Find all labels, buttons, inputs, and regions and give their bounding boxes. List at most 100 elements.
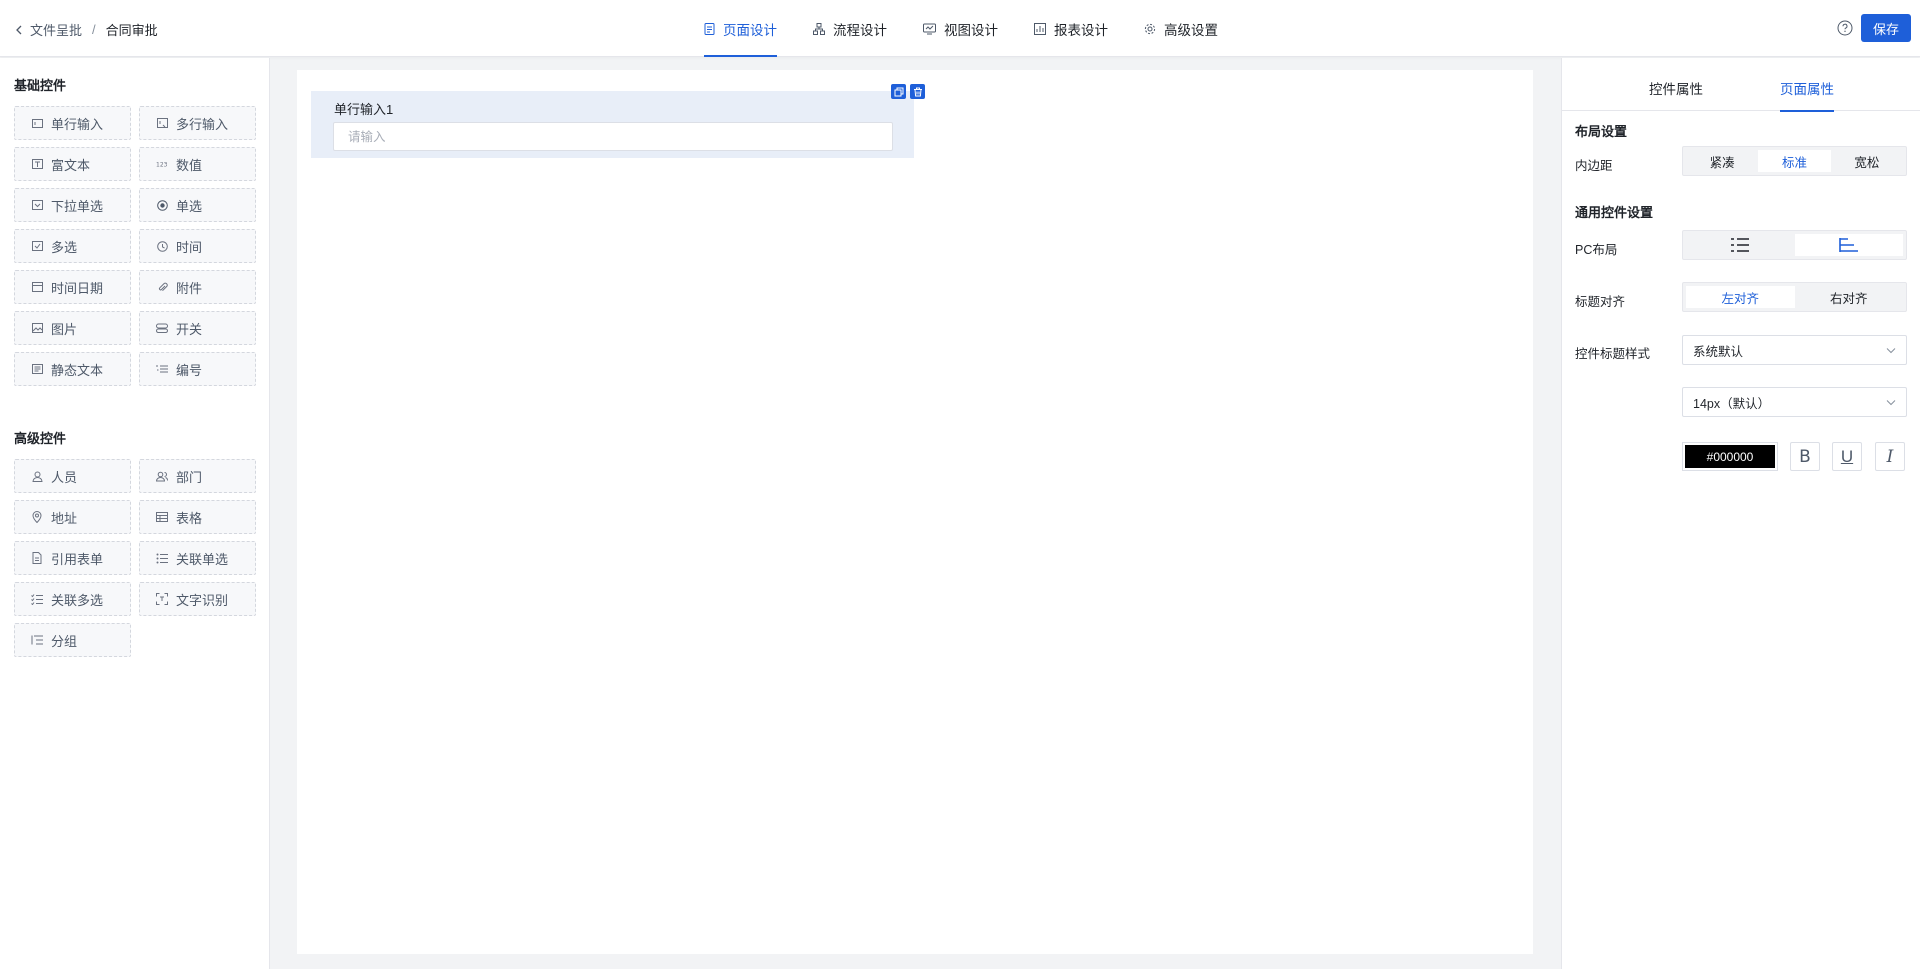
pc-layout-segmented [1682,230,1907,260]
control-item[interactable]: 多行输入 [139,106,256,140]
chevron-down-icon [1886,400,1896,406]
control-item[interactable]: 开关 [139,311,256,345]
delete-icon[interactable] [910,84,925,99]
underline-button[interactable]: U [1832,442,1862,471]
numbered-list-icon [156,363,168,375]
tab-view-design[interactable]: 视图设计 [923,0,998,57]
image-icon [31,322,43,334]
control-item[interactable]: 人员 [14,459,131,493]
pc-layout-label: PC布局 [1575,243,1618,257]
static-text-icon [31,363,43,375]
control-item[interactable]: 引用表单 [14,541,131,575]
chevron-left-icon[interactable] [12,23,26,37]
ocr-scan-icon [156,593,168,605]
form-canvas[interactable]: 单行输入1 [297,70,1533,954]
control-item[interactable]: 下拉单选 [14,188,131,222]
control-item[interactable]: 关联单选 [139,541,256,575]
selected-form-field[interactable]: 单行输入1 [311,84,925,158]
tab-advanced-settings[interactable]: 高级设置 [1144,0,1218,57]
list-horizontal-option[interactable] [1794,234,1903,256]
tab-page-design[interactable]: 页面设计 [704,0,777,57]
control-label: 引用表单 [51,551,104,567]
control-item[interactable]: 时间日期 [14,270,131,304]
control-item[interactable]: 单行输入 [14,106,131,140]
person-icon [31,470,43,482]
rich-text-icon [31,158,43,170]
bold-button[interactable]: B [1790,442,1820,471]
breadcrumb-current: 合同审批 [105,23,158,38]
dropdown-icon [31,199,43,211]
control-label: 时间日期 [51,280,104,296]
chevron-down-icon [1886,348,1896,354]
padding-standard-option[interactable]: 标准 [1758,150,1831,172]
table-icon [156,511,168,523]
report-icon [1034,22,1046,35]
main-tabs: 页面设计 流程设计 视图设计 报表设计 高级设置 [704,0,1254,57]
tab-flow-design[interactable]: 流程设计 [813,0,887,57]
advanced-controls-title: 高级控件 [14,431,67,446]
align-left-option[interactable]: 左对齐 [1686,286,1795,308]
clock-icon [156,240,168,252]
tab-page-properties[interactable]: 页面属性 [1780,78,1834,112]
italic-button[interactable]: I [1875,442,1905,471]
help-icon[interactable] [1837,20,1853,36]
control-item[interactable]: 分组 [14,623,131,657]
control-item[interactable]: 单选 [139,188,256,222]
control-item[interactable]: 多选 [14,229,131,263]
control-item[interactable]: 时间 [139,229,256,263]
basic-controls-grid: 单行输入 多行输入富文本 123 数值 下拉单选 单选多选 时间时间日期 附件图片 开关静态文本… [14,106,256,386]
control-item[interactable]: 编号 [139,352,256,386]
control-label: 静态文本 [51,362,104,378]
align-right-option[interactable]: 右对齐 [1795,286,1904,308]
control-item[interactable]: 静态文本 [14,352,131,386]
flow-icon [813,22,825,35]
control-item[interactable]: 部门 [139,459,256,493]
color-picker[interactable]: #000000 [1682,442,1778,471]
control-label: 表格 [176,510,203,526]
tab-report-design[interactable]: 报表设计 [1034,0,1108,57]
control-item[interactable]: 附件 [139,270,256,304]
control-item[interactable]: 123 数值 [139,147,256,181]
control-label: 单选 [176,198,203,214]
control-label: 多行输入 [176,116,229,132]
padding-label: 内边距 [1575,159,1613,173]
control-label: 富文本 [51,157,91,173]
list-vertical-option[interactable] [1686,234,1795,256]
gear-icon [1144,23,1156,34]
top-header: 文件呈批 / 合同审批 页面设计 流程设计 视图设计 报表设计 高级设置 保存 [0,0,1920,57]
page-icon [704,22,715,35]
padding-loose-option[interactable]: 宽松 [1831,150,1903,172]
linked-checklist-icon [31,593,43,605]
control-item[interactable]: 表格 [139,500,256,534]
single-line-input[interactable] [333,122,893,151]
control-item[interactable]: 图片 [14,311,131,345]
control-label: 开关 [176,321,203,337]
title-align-segmented: 左对齐 右对齐 [1682,282,1907,312]
control-label: 附件 [176,280,203,296]
tab-control-properties[interactable]: 控件属性 [1649,78,1703,98]
control-label: 人员 [51,469,78,485]
tab-label: 报表设计 [1054,22,1108,38]
font-size-select[interactable]: 14px（默认） [1682,387,1907,417]
breadcrumb-parent[interactable]: 文件呈批 [30,20,82,39]
control-item[interactable]: 文字识别 [139,582,256,616]
control-label: 关联多选 [51,592,104,608]
list-vertical-icon [1731,238,1750,252]
control-item[interactable]: 地址 [14,500,131,534]
number-icon: 123 [156,158,168,170]
copy-icon[interactable] [891,84,906,99]
control-item[interactable]: 富文本 [14,147,131,181]
field-label: 单行输入1 [334,102,394,117]
font-size-value: 14px（默认） [1693,396,1771,411]
save-button[interactable]: 保存 [1861,14,1911,42]
calendar-icon [31,281,43,293]
font-family-select[interactable]: 系统默认 [1682,335,1907,365]
breadcrumb-separator: / [92,22,96,37]
control-item[interactable]: 关联多选 [14,582,131,616]
control-label: 文字识别 [176,592,229,608]
control-label: 图片 [51,321,78,337]
group-icon [31,634,43,646]
padding-compact-option[interactable]: 紧凑 [1686,150,1758,172]
checkbox-icon [31,240,43,252]
department-icon [156,470,168,482]
